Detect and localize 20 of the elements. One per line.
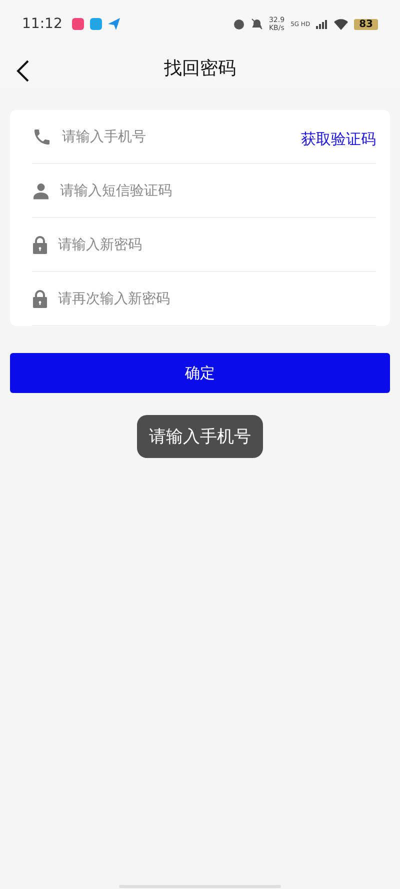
app-icon (72, 18, 84, 30)
battery-level: 83 (354, 18, 378, 30)
phone-icon (32, 126, 52, 146)
toast-message: 请输入手机号 (137, 415, 263, 458)
lock-icon (32, 290, 48, 308)
signal-icon (316, 19, 328, 29)
app-icon (90, 18, 102, 30)
lock-icon (32, 236, 48, 254)
bell-off-icon (250, 18, 263, 30)
status-time: 11:12 (22, 16, 62, 32)
wifi-icon (334, 18, 348, 30)
person-icon (32, 182, 50, 200)
input-field[interactable]: 请输入短信验证码 (58, 182, 376, 200)
input-field[interactable]: 请再次输入新密码 (56, 290, 376, 308)
input-field[interactable]: 请输入手机号 (60, 128, 293, 146)
get-code-button[interactable]: 获取验证码 (301, 130, 376, 149)
send-icon (108, 18, 120, 30)
confirm-button[interactable]: 确定 (10, 353, 390, 393)
page-title: 找回密码 (164, 57, 236, 80)
input-field[interactable]: 请输入新密码 (56, 236, 376, 254)
